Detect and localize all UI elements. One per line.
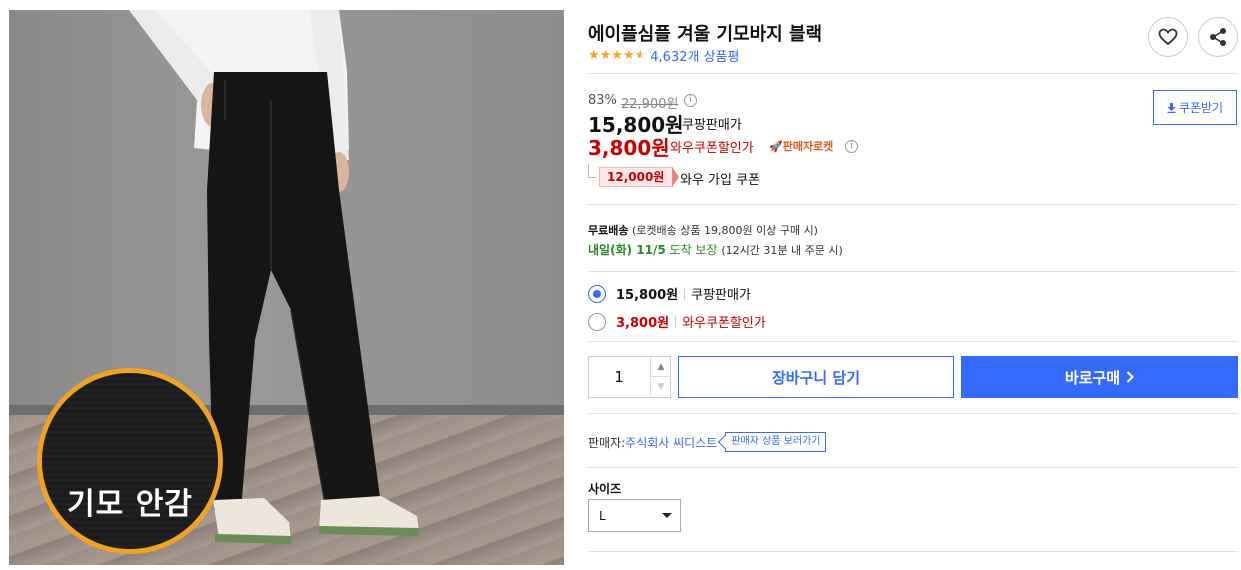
seller-name-link[interactable]: 주식회사 씨디스트 xyxy=(625,434,717,451)
half-star-icon: ★ xyxy=(634,48,647,63)
star-icon: ★ xyxy=(611,48,623,63)
download-icon xyxy=(1167,102,1176,113)
discount-rate: 83% xyxy=(588,93,617,108)
star-icon: ★ xyxy=(599,48,612,63)
info-icon[interactable]: i xyxy=(684,94,697,107)
buy-now-label: 바로구매 xyxy=(1064,368,1121,387)
seller-info: 판매자: 주식회사 씨디스트 판매자 상품 보러가기 xyxy=(588,432,827,452)
divider xyxy=(588,341,1238,342)
divider xyxy=(588,551,1238,552)
add-to-cart-label: 장바구니 담기 xyxy=(771,368,861,387)
size-label: 사이즈 xyxy=(588,482,622,496)
seller-rocket-badge: 🚀판매자로켓 xyxy=(769,138,833,154)
option-radio-selected[interactable] xyxy=(588,284,606,303)
heart-icon xyxy=(1158,28,1178,46)
free-shipping-info: 무료배송 (로켓배송 상품 19,800원 이상 구매 시) xyxy=(588,222,818,238)
coupon-amount-tag: 12,000원 xyxy=(599,167,680,187)
option-price: 15,800원 xyxy=(616,288,679,303)
share-icon xyxy=(1210,28,1226,46)
seller-rocket-label: 판매자로켓 xyxy=(782,140,834,153)
info-icon[interactable]: i xyxy=(845,140,858,153)
arrival-guarantee: 도착 보장 xyxy=(669,243,718,257)
arrival-info: 내일(화) 11/5 도착 보장 (12시간 31분 내 주문 시) xyxy=(588,241,843,258)
option-separator xyxy=(684,287,686,300)
arrival-day: 내일(화) 11/5 xyxy=(588,243,666,257)
option-separator xyxy=(675,315,677,328)
rocket-icon: 🚀 xyxy=(769,140,783,153)
option-price: 3,800원 xyxy=(616,316,670,331)
coupon-download-button[interactable]: 쿠폰받기 xyxy=(1153,90,1237,125)
wow-price: 3,800원 xyxy=(588,136,670,160)
star-icon: ★ xyxy=(588,48,600,63)
coupon-description: 와우 가입 쿠폰 xyxy=(680,173,761,188)
product-image[interactable]: 기모 안감 xyxy=(9,10,564,565)
price-option-row[interactable]: 15,800원 쿠팡판매가 xyxy=(588,284,751,303)
divider xyxy=(588,271,1238,272)
quantity-increase-button[interactable]: ▲ xyxy=(650,357,671,377)
coupon-download-label: 쿠폰받기 xyxy=(1178,101,1224,115)
size-select[interactable]: L xyxy=(588,499,681,532)
quantity-input[interactable] xyxy=(589,357,649,397)
add-to-cart-button[interactable]: 장바구니 담기 xyxy=(678,356,954,398)
divider xyxy=(588,413,1238,414)
wishlist-button[interactable] xyxy=(1148,17,1188,57)
divider xyxy=(588,467,1238,468)
star-icon: ★ xyxy=(622,48,635,63)
dropdown-caret-icon xyxy=(662,513,672,518)
free-shipping-condition: (로켓배송 상품 19,800원 이상 구매 시) xyxy=(631,224,818,237)
size-selected-value: L xyxy=(599,508,606,523)
option-label: 와우쿠폰할인가 xyxy=(682,316,766,331)
quantity-stepper: ▲ ▼ xyxy=(588,356,671,398)
seller-products-button[interactable]: 판매자 상품 보러가기 xyxy=(725,432,827,452)
chevron-right-icon xyxy=(1126,371,1135,383)
sale-price-label: 쿠팡판매가 xyxy=(682,118,742,133)
seller-prefix: 판매자: xyxy=(588,435,626,450)
price-option-row[interactable]: 3,800원 와우쿠폰할인가 xyxy=(588,312,766,331)
divider xyxy=(588,204,1238,205)
rating[interactable]: ★ ★ ★ ★ ★ 4,632개 상품평 xyxy=(588,46,739,65)
option-label: 쿠팡판매가 xyxy=(691,288,751,303)
coupon-branch-line xyxy=(588,164,596,178)
fleece-lining-label: 기모 안감 xyxy=(67,487,193,522)
arrival-cutoff: (12시간 31분 내 주문 시) xyxy=(721,244,843,257)
divider xyxy=(588,73,1238,74)
wow-price-label: 와우쿠폰할인가 xyxy=(670,141,754,156)
option-radio[interactable] xyxy=(588,312,606,331)
share-button[interactable] xyxy=(1198,17,1238,57)
quantity-decrease-button[interactable]: ▼ xyxy=(650,377,671,397)
product-title: 에이플심플 겨울 기모바지 블랙 xyxy=(588,24,823,45)
fleece-lining-badge: 기모 안감 xyxy=(37,368,223,554)
review-count-link[interactable]: 4,632개 상품평 xyxy=(650,46,739,65)
free-shipping-label: 무료배송 xyxy=(588,224,629,237)
buy-now-button[interactable]: 바로구매 xyxy=(961,356,1238,398)
